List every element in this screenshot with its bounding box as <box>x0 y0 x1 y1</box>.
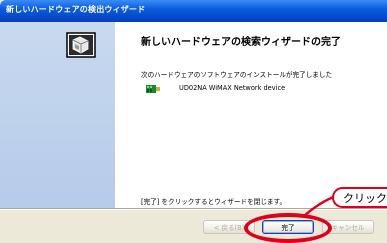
wizard-window: 新しいハードウェアの検出ウィザード 新しいハードウェアの検索ウィザードの完了 次… <box>0 0 387 243</box>
wizard-content: 新しいハードウェアの検索ウィザードの完了 次のハードウェアのソフトウェアのインス… <box>115 22 387 208</box>
hardware-wizard-icon <box>66 32 96 58</box>
wizard-side-panel <box>0 22 115 208</box>
window-title: 新しいハードウェアの検出ウィザード <box>6 5 146 14</box>
page-title: 新しいハードウェアの検索ウィザードの完了 <box>141 37 341 48</box>
finish-hint: [完了] をクリックするとウィザードを閉じます。 <box>141 198 287 206</box>
completion-message: 次のハードウェアのソフトウェアのインストールが完了しました <box>141 71 333 79</box>
click-callout: クリック <box>332 187 387 208</box>
device-name: UD02NA WiMAX Network device <box>179 84 286 92</box>
title-bar[interactable]: 新しいハードウェアの検出ウィザード <box>0 0 387 22</box>
network-device-icon <box>146 85 160 93</box>
callout-label: クリック <box>343 192 387 205</box>
